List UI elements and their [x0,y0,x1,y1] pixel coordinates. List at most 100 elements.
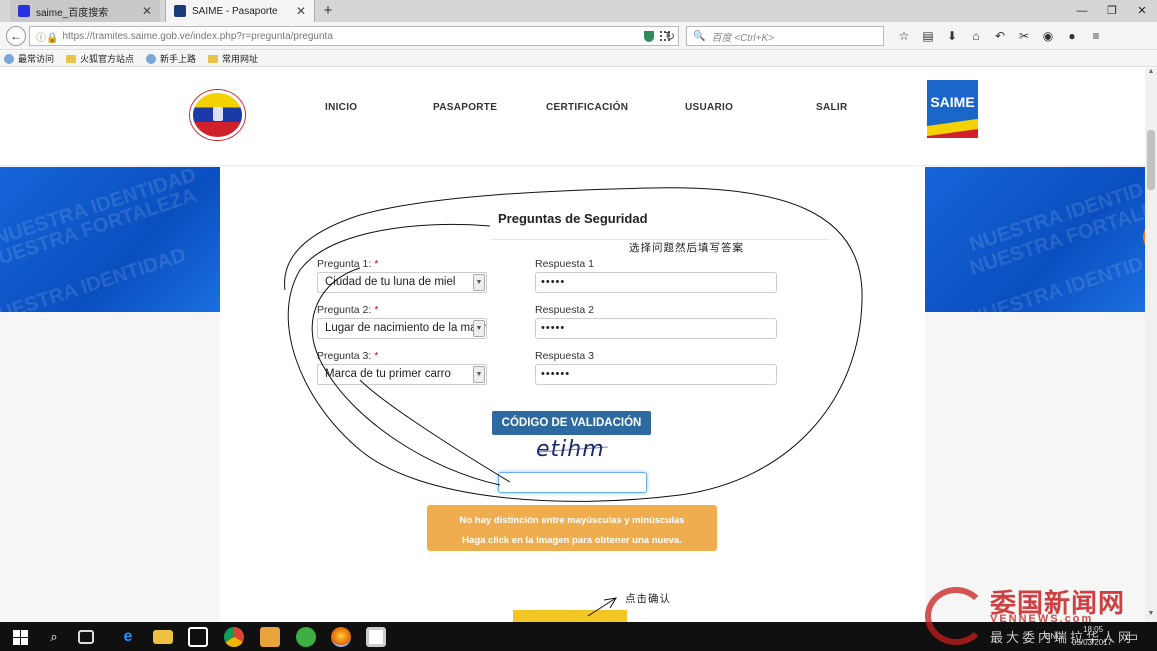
web-page: INICIO PASAPORTE CERTIFICACIÓN USUARIO S… [0,68,1145,622]
minimize-icon[interactable]: — [1067,0,1097,22]
shield-icon[interactable] [644,30,654,42]
question-1-selected: Ciudad de tu luna de miel [325,276,456,288]
answer-3-label: Respuesta 3 [535,350,594,362]
extension-icon[interactable]: ◉ [1036,29,1060,43]
task-view-icon[interactable] [78,630,94,644]
required-marker: * [374,304,379,316]
store-icon[interactable] [188,627,208,647]
site-header: INICIO PASAPORTE CERTIFICACIÓN USUARIO S… [0,68,1145,166]
bookmark-firefox-site[interactable]: 火狐官方站点 [66,52,134,65]
dragon-logo-icon [925,587,987,645]
question-label-text: Pregunta 1: [317,258,372,270]
answer-1-label: Respuesta 1 [535,258,594,270]
bookmark-label: 最常访问 [18,54,55,64]
chrome-icon[interactable] [224,627,244,647]
form-title: Preguntas de Seguridad [498,211,648,226]
annotation-note-confirm: 点击确认 [625,593,671,605]
bookmark-label: 新手上路 [160,54,197,64]
navigation-toolbar: ← ⓘ🔒 https://tramites.saime.gob.ve/index… [0,22,1157,50]
coat-of-arms-icon [213,107,223,121]
bookmark-most-visited[interactable]: 最常访问 [4,52,54,65]
banner-left: NUESTRA IDENTIDAD NUESTRA FORTALEZA NUES… [0,167,220,312]
nav-salir[interactable]: SALIR [816,102,848,113]
scroll-up-icon[interactable]: ▲ [1145,68,1157,80]
screenshot-icon[interactable]: ✂ [1012,29,1036,43]
question-3-select[interactable]: Marca de tu primer carro ▼ [317,364,487,385]
windows-start-icon[interactable] [10,627,30,647]
nav-certificacion[interactable]: CERTIFICACIÓN [546,102,628,113]
download-icon[interactable]: ⬇ [940,29,964,43]
validation-code-button[interactable]: CÓDIGO DE VALIDACIÓN [492,411,651,435]
answer-2-label: Respuesta 2 [535,304,594,316]
close-window-icon[interactable]: ✕ [1127,0,1157,22]
watermark-site: VENNEWS.com [990,613,1094,625]
captcha-input[interactable] [498,472,647,493]
file-explorer-icon[interactable] [153,630,173,644]
reading-list-icon[interactable]: ▤ [916,29,940,43]
toolbar-icons: ☆ ▤ ⬇ ⌂ ↶ ✂ ◉ ● ≡ [892,26,1108,46]
bookmark-star-icon[interactable]: ☆ [892,29,916,43]
venezuela-seal-logo[interactable] [190,90,245,140]
banner-right: NUESTRA IDENTIDAD NUESTRA FORTALEZA NUES… [925,167,1145,312]
chevron-down-icon[interactable]: ▼ [473,320,485,337]
new-tab-button[interactable]: + [318,0,338,22]
question-2-label: Pregunta 2: * [317,304,378,316]
close-tab-icon[interactable]: ✕ [142,4,152,18]
question-1-select[interactable]: Ciudad de tu luna de miel ▼ [317,272,487,293]
answer-2-input[interactable]: ••••• [535,318,777,339]
close-tab-icon[interactable]: ✕ [296,4,306,18]
reload-icon[interactable]: ↻ [660,26,680,46]
bookmark-getting-started[interactable]: 新手上路 [146,52,196,65]
search-icon[interactable]: ⌕ [44,627,64,647]
folder-icon [66,54,77,63]
question-label-text: Pregunta 3: [317,350,372,362]
back-arrow-icon[interactable]: ← [6,26,26,46]
security-questions-panel: Preguntas de Seguridad Pregunta 1: * Ciu… [220,167,925,622]
question-label-text: Pregunta 2: [317,304,372,316]
saime-logo[interactable]: SAIME [927,80,978,138]
home-icon[interactable]: ⌂ [964,29,988,43]
nav-inicio[interactable]: INICIO [325,102,357,113]
chevron-down-icon[interactable]: ▼ [473,274,485,291]
settings-globe-icon [4,53,14,64]
edge-browser-icon[interactable]: e [118,627,138,647]
tab-saime-pasaporte[interactable]: SAIME - Pasaporte ✕ [165,0,315,22]
address-bar[interactable]: ⓘ🔒 https://tramites.saime.gob.ve/index.p… [29,26,679,46]
question-1-label: Pregunta 1: * [317,258,378,270]
search-placeholder[interactable]: 百度 <Ctrl+K> [711,29,774,44]
tab-baidu-search[interactable]: saime_百度搜索 ✕ [10,0,160,22]
chevron-down-icon[interactable]: ▼ [473,366,485,383]
chat-icon[interactable]: ● [1060,29,1084,43]
package-app-icon[interactable] [260,627,280,647]
hint-line-case: No hay distinción entre mayúsculas y min… [459,515,685,526]
tab-bar: saime_百度搜索 ✕ SAIME - Pasaporte ✕ + — ❐ ✕ [0,0,1157,22]
captcha-hint-box: No hay distinción entre mayúsculas y min… [427,505,717,551]
question-3-selected: Marca de tu primer carro [325,368,451,380]
question-3-label: Pregunta 3: * [317,350,378,362]
restore-icon[interactable]: ❐ [1097,0,1127,22]
confirm-button[interactable] [513,610,627,622]
folder-icon [208,54,219,63]
page-scrollbar[interactable]: ▲ ▼ [1145,68,1157,622]
url-text[interactable]: https://tramites.saime.gob.ve/index.php?… [62,31,644,42]
question-2-select[interactable]: Lugar de nacimiento de la madre ▼ [317,318,487,339]
lock-icon[interactable]: ⓘ🔒 [36,29,58,44]
photos-app-icon[interactable] [366,627,386,647]
bookmark-label: 火狐官方站点 [80,54,135,64]
nav-pasaporte[interactable]: PASAPORTE [433,102,497,113]
green-app-icon[interactable] [296,627,316,647]
nav-usuario[interactable]: USUARIO [685,102,733,113]
firefox-icon[interactable] [331,627,351,647]
scroll-thumb[interactable] [1147,130,1155,190]
answer-3-input[interactable]: •••••• [535,364,777,385]
bookmark-common-sites[interactable]: 常用网址 [208,52,258,65]
hint-line-refresh: Haga click en la imagen para obtener una… [462,535,682,546]
question-2-selected: Lugar de nacimiento de la madre [325,322,487,334]
undo-icon[interactable]: ↶ [988,29,1012,43]
menu-icon[interactable]: ≡ [1084,29,1108,43]
answer-1-input[interactable]: ••••• [535,272,777,293]
tab-label: SAIME - Pasaporte [192,5,278,17]
required-marker: * [374,350,379,362]
search-bar[interactable]: 🔍 百度 <Ctrl+K> [686,26,884,46]
bookmark-label: 常用网址 [222,54,259,64]
